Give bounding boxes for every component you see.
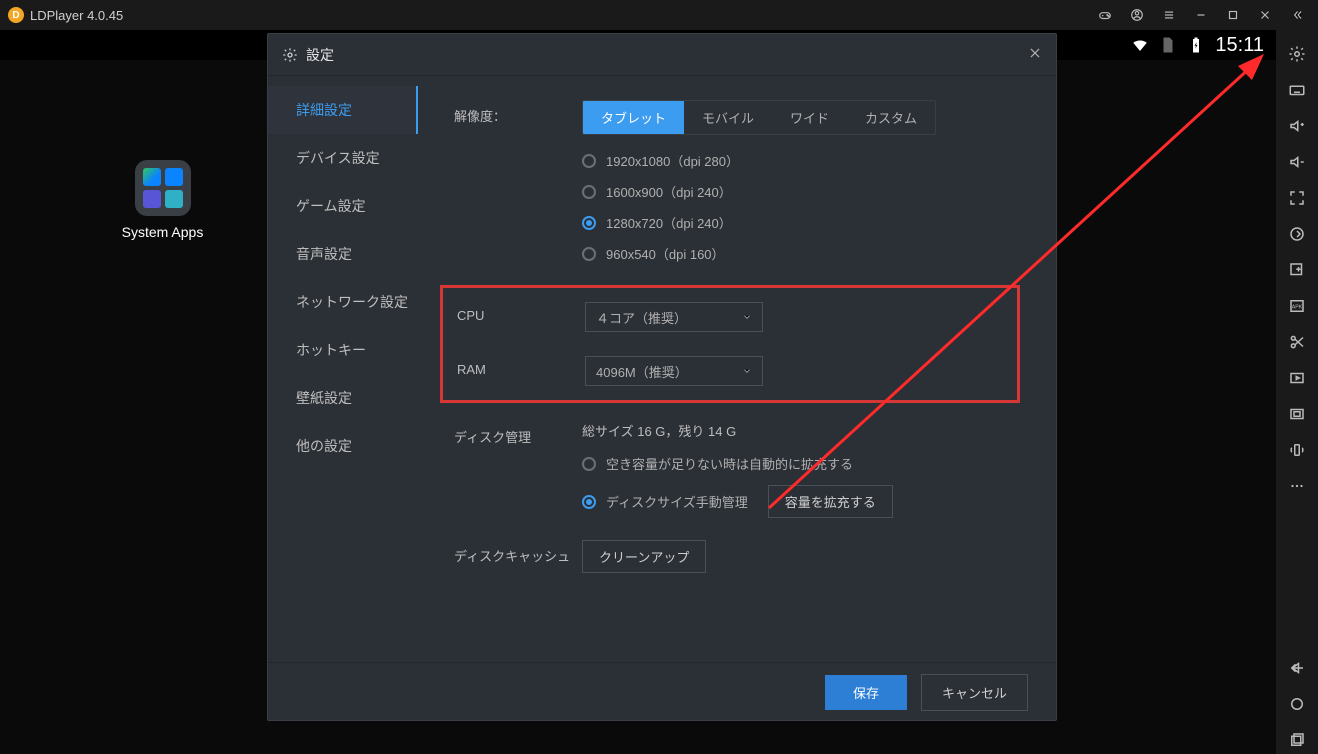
- res-1920[interactable]: 1920x1080（dpi 280）: [582, 151, 1020, 170]
- titlebar: D LDPlayer 4.0.45: [0, 0, 1318, 30]
- tab-mobile[interactable]: モバイル: [684, 101, 772, 134]
- disk-expand-button[interactable]: 容量を拡充する: [768, 485, 893, 518]
- app-title: LDPlayer 4.0.45: [30, 8, 123, 23]
- nav-audio[interactable]: 音声設定: [268, 230, 418, 278]
- settings-panel: 解像度： タブレット モバイル ワイド カスタム 1920x1080（dpi 2…: [418, 76, 1056, 662]
- cancel-button[interactable]: キャンセル: [921, 674, 1028, 711]
- gamepad-icon[interactable]: [1092, 0, 1118, 30]
- wifi-icon: [1131, 36, 1149, 54]
- nav-device[interactable]: デバイス設定: [268, 134, 418, 182]
- screenshot-icon[interactable]: [1283, 400, 1311, 428]
- home-icon[interactable]: [1283, 690, 1311, 718]
- cpu-select[interactable]: ４コア（推奨）: [585, 302, 763, 332]
- res-960[interactable]: 960x540（dpi 160）: [582, 244, 1020, 263]
- ram-value: 4096M（推奨）: [596, 362, 688, 381]
- dialog-footer: 保存 キャンセル: [268, 662, 1056, 722]
- res-1600[interactable]: 1600x900（dpi 240）: [582, 182, 1020, 201]
- nav-network[interactable]: ネットワーク設定: [268, 278, 418, 326]
- svg-text:APK: APK: [1292, 304, 1303, 310]
- chevron-down-icon: [742, 312, 752, 322]
- resolution-label: 解像度：: [454, 100, 582, 125]
- cpu-value: ４コア（推奨）: [596, 308, 687, 327]
- cache-label: ディスクキャッシュ: [454, 540, 582, 565]
- tab-custom[interactable]: カスタム: [847, 101, 935, 134]
- sim-icon: [1159, 36, 1177, 54]
- minimize-button[interactable]: [1188, 0, 1214, 30]
- app-label: System Apps: [115, 224, 210, 240]
- right-sidebar: APK: [1276, 30, 1318, 754]
- status-time: 15:11: [1215, 34, 1264, 57]
- tab-tablet[interactable]: タブレット: [583, 101, 684, 134]
- settings-nav: 詳細設定 デバイス設定 ゲーム設定 音声設定 ネットワーク設定 ホットキー 壁紙…: [268, 76, 418, 662]
- system-apps-shortcut[interactable]: System Apps: [115, 160, 210, 240]
- close-button[interactable]: [1252, 0, 1278, 30]
- volume-up-icon[interactable]: [1283, 112, 1311, 140]
- resolution-mode-tabs: タブレット モバイル ワイド カスタム: [582, 100, 936, 135]
- collapse-sidebar-icon[interactable]: [1284, 0, 1310, 30]
- settings-dialog: 設定 詳細設定 デバイス設定 ゲーム設定 音声設定 ネットワーク設定 ホットキー…: [267, 33, 1057, 721]
- volume-down-icon[interactable]: [1283, 148, 1311, 176]
- scissors-icon[interactable]: [1283, 328, 1311, 356]
- folder-icon: [135, 160, 191, 216]
- fullscreen-icon[interactable]: [1283, 184, 1311, 212]
- battery-charging-icon: [1187, 36, 1205, 54]
- menu-icon[interactable]: [1156, 0, 1182, 30]
- app-logo-icon: D: [8, 7, 24, 23]
- cache-cleanup-button[interactable]: クリーンアップ: [582, 540, 706, 573]
- shake-icon[interactable]: [1283, 436, 1311, 464]
- cpu-label: CPU: [457, 302, 585, 323]
- ram-select[interactable]: 4096M（推奨）: [585, 356, 763, 386]
- dialog-title: 設定: [306, 45, 334, 65]
- res-1280[interactable]: 1280x720（dpi 240）: [582, 213, 1020, 232]
- account-icon[interactable]: [1124, 0, 1150, 30]
- disk-info: 総サイズ 16 G，残り 14 G: [582, 421, 1020, 440]
- save-button[interactable]: 保存: [825, 675, 907, 710]
- apk-install-icon[interactable]: APK: [1283, 292, 1311, 320]
- keyboard-icon[interactable]: [1283, 76, 1311, 104]
- settings-gear-icon[interactable]: [1283, 40, 1311, 68]
- disk-auto-radio[interactable]: 空き容量が足りない時は自動的に拡充する: [582, 454, 1020, 473]
- sync-icon[interactable]: [1283, 220, 1311, 248]
- nav-other[interactable]: 他の設定: [268, 422, 418, 470]
- nav-hotkey[interactable]: ホットキー: [268, 326, 418, 374]
- recents-icon[interactable]: [1283, 726, 1311, 754]
- ram-label: RAM: [457, 356, 585, 377]
- disk-manual-radio[interactable]: ディスクサイズ手動管理 容量を拡充する: [582, 485, 1020, 518]
- nav-advanced[interactable]: 詳細設定: [268, 86, 418, 134]
- record-icon[interactable]: [1283, 364, 1311, 392]
- gear-icon: [282, 47, 298, 63]
- dialog-close-button[interactable]: [1028, 46, 1042, 63]
- dialog-header: 設定: [268, 34, 1056, 76]
- nav-game[interactable]: ゲーム設定: [268, 182, 418, 230]
- disk-label: ディスク管理: [454, 421, 582, 446]
- back-icon[interactable]: [1283, 654, 1311, 682]
- cpu-ram-highlight-box: CPU ４コア（推奨） RAM 4096M（推奨）: [440, 285, 1020, 403]
- nav-wallpaper[interactable]: 壁紙設定: [268, 374, 418, 422]
- tab-wide[interactable]: ワイド: [772, 101, 847, 134]
- chevron-down-icon: [742, 366, 752, 376]
- multi-instance-icon[interactable]: [1283, 256, 1311, 284]
- more-icon[interactable]: [1283, 472, 1311, 500]
- maximize-button[interactable]: [1220, 0, 1246, 30]
